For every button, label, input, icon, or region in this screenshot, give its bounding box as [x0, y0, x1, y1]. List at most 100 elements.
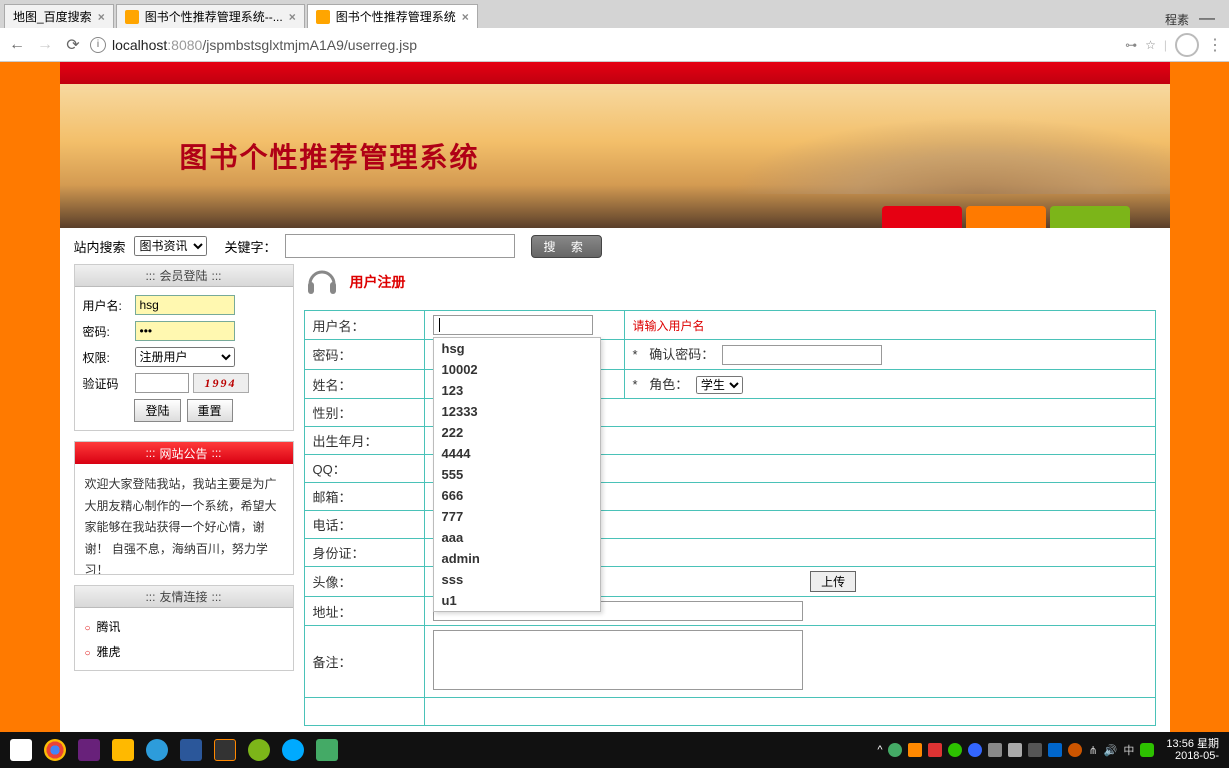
- taskbar-chrome-icon[interactable]: [39, 736, 71, 764]
- close-icon[interactable]: ×: [462, 10, 469, 24]
- remark-cell: [424, 626, 1155, 698]
- autocomplete-item[interactable]: 12333: [434, 401, 600, 422]
- tab-title: 图书个性推荐管理系统--...: [145, 8, 283, 25]
- profile-avatar[interactable]: [1175, 33, 1199, 57]
- autocomplete-item[interactable]: u1: [434, 590, 600, 611]
- link-item[interactable]: 雅虎: [85, 639, 283, 664]
- banner-tab-red[interactable]: [882, 206, 962, 228]
- browser-tab-strip: 地图_百度搜索 × 图书个性推荐管理系统--... × 图书个性推荐管理系统 ×…: [0, 0, 1229, 28]
- taskbar-app3-icon[interactable]: [243, 736, 275, 764]
- favicon-icon: [125, 10, 139, 24]
- banner-tab-green[interactable]: [1050, 206, 1130, 228]
- login-username-input[interactable]: [135, 295, 235, 315]
- back-button[interactable]: ←: [6, 34, 28, 56]
- username-cell: hsg 10002 123 12333 222 4444 555 666 777…: [424, 311, 624, 340]
- tray-wechat-icon[interactable]: [948, 743, 962, 757]
- start-button[interactable]: [5, 736, 37, 764]
- reset-button[interactable]: 重置: [187, 399, 233, 422]
- browser-tab-2[interactable]: 图书个性推荐管理系统 ×: [307, 4, 478, 28]
- tray-icon[interactable]: [1028, 743, 1042, 757]
- announce-body: 欢迎大家登陆我站，我站主要是为广大朋友精心制作的一个系统，希望大家能够在我站获得…: [75, 464, 293, 574]
- autocomplete-item[interactable]: 555: [434, 464, 600, 485]
- tray-icon[interactable]: [1008, 743, 1022, 757]
- autocomplete-item[interactable]: 666: [434, 485, 600, 506]
- close-icon[interactable]: ×: [98, 10, 105, 24]
- tray-ime-icon[interactable]: 中: [1123, 742, 1134, 758]
- search-label: 站内搜索: [74, 237, 126, 256]
- autocomplete-item[interactable]: 123: [434, 380, 600, 401]
- links-header: 友情连接: [75, 586, 293, 608]
- confirm-password-input[interactable]: [722, 345, 882, 365]
- autocomplete-item[interactable]: 10002: [434, 359, 600, 380]
- taskbar-folder-icon[interactable]: [107, 736, 139, 764]
- page-viewport[interactable]: 图书个性推荐管理系统 站内搜索 图书资讯 关键字： 搜 索 会员登陆: [0, 62, 1229, 732]
- login-button[interactable]: 登陆: [134, 399, 180, 422]
- tray-chevron-icon[interactable]: ^: [877, 744, 882, 756]
- role-select[interactable]: 学生: [696, 376, 743, 394]
- taskbar-word-icon[interactable]: [175, 736, 207, 764]
- tray-icon[interactable]: [888, 743, 902, 757]
- link-item[interactable]: 腾讯: [85, 614, 283, 639]
- system-tray: ^ ⋔ 🔊 中: [877, 742, 1160, 758]
- star-icon[interactable]: ☆: [1145, 38, 1156, 52]
- tray-icon[interactable]: [908, 743, 922, 757]
- info-icon[interactable]: i: [90, 37, 106, 53]
- tray-icon[interactable]: [1068, 743, 1082, 757]
- remark-textarea[interactable]: [433, 630, 803, 690]
- taskbar: ^ ⋔ 🔊 中 13:56 星期 2018-05-: [0, 732, 1229, 768]
- autocomplete-item[interactable]: 222: [434, 422, 600, 443]
- search-category-select[interactable]: 图书资讯: [134, 236, 207, 256]
- url-path: /jspmbstsglxtmjmA1A9/userreg.jsp: [202, 37, 417, 53]
- taskbar-app-icon[interactable]: [141, 736, 173, 764]
- tray-icon[interactable]: [988, 743, 1002, 757]
- clock-day: 星期: [1197, 738, 1219, 750]
- tray-icon[interactable]: [1140, 743, 1154, 757]
- reload-button[interactable]: ⟳: [62, 34, 84, 56]
- autocomplete-item[interactable]: admin: [434, 548, 600, 569]
- field-label-birth: 出生年月：: [304, 427, 424, 455]
- autocomplete-item[interactable]: 777: [434, 506, 600, 527]
- clock-date: 2018-05-: [1166, 750, 1219, 762]
- close-icon[interactable]: ×: [289, 10, 296, 24]
- keyword-input[interactable]: [285, 234, 515, 258]
- search-button[interactable]: 搜 索: [531, 235, 602, 258]
- tray-icon[interactable]: [928, 743, 942, 757]
- taskbar-vs-icon[interactable]: [73, 736, 105, 764]
- taskbar-app5-icon[interactable]: [311, 736, 343, 764]
- confirm-cell: * 确认密码：: [624, 340, 1155, 370]
- tray-wifi-icon[interactable]: ⋔: [1088, 744, 1097, 757]
- forward-button[interactable]: →: [34, 34, 56, 56]
- favicon-icon: [316, 10, 330, 24]
- field-label-name: 姓名：: [304, 370, 424, 399]
- autocomplete-item[interactable]: 4444: [434, 443, 600, 464]
- autocomplete-item[interactable]: hsg: [434, 338, 600, 359]
- announce-header: 网站公告: [75, 442, 293, 464]
- login-permission-select[interactable]: 注册用户: [135, 347, 235, 367]
- browser-tab-1[interactable]: 图书个性推荐管理系统--... ×: [116, 4, 305, 28]
- url-box[interactable]: i localhost:8080/jspmbstsglxtmjmA1A9/use…: [90, 37, 1119, 53]
- required-star: *: [633, 347, 638, 362]
- field-label-email: 邮箱：: [304, 483, 424, 511]
- submit-cell: [424, 698, 1155, 726]
- username-input[interactable]: [433, 315, 593, 335]
- upload-button[interactable]: 上传: [810, 571, 856, 592]
- taskbar-app2-icon[interactable]: [209, 736, 241, 764]
- login-password-input[interactable]: [135, 321, 235, 341]
- username-error-cell: 请输入用户名: [624, 311, 1155, 340]
- url-port: :8080: [167, 37, 202, 53]
- menu-icon[interactable]: ⋮: [1207, 35, 1223, 55]
- browser-tab-0[interactable]: 地图_百度搜索 ×: [4, 4, 114, 28]
- login-captcha-input[interactable]: [135, 373, 189, 393]
- minimize-icon[interactable]: —: [1199, 10, 1215, 28]
- autocomplete-item[interactable]: sss: [434, 569, 600, 590]
- taskbar-app4-icon[interactable]: [277, 736, 309, 764]
- banner-tab-orange[interactable]: [966, 206, 1046, 228]
- taskbar-clock[interactable]: 13:56 星期 2018-05-: [1160, 738, 1225, 762]
- autocomplete-item[interactable]: aaa: [434, 527, 600, 548]
- login-user-label: 用户名:: [83, 297, 131, 314]
- tray-icon[interactable]: [968, 743, 982, 757]
- tray-icon[interactable]: [1048, 743, 1062, 757]
- captcha-image[interactable]: 1994: [193, 373, 249, 393]
- tab-title: 图书个性推荐管理系统: [336, 8, 456, 25]
- tray-volume-icon[interactable]: 🔊: [1104, 744, 1118, 757]
